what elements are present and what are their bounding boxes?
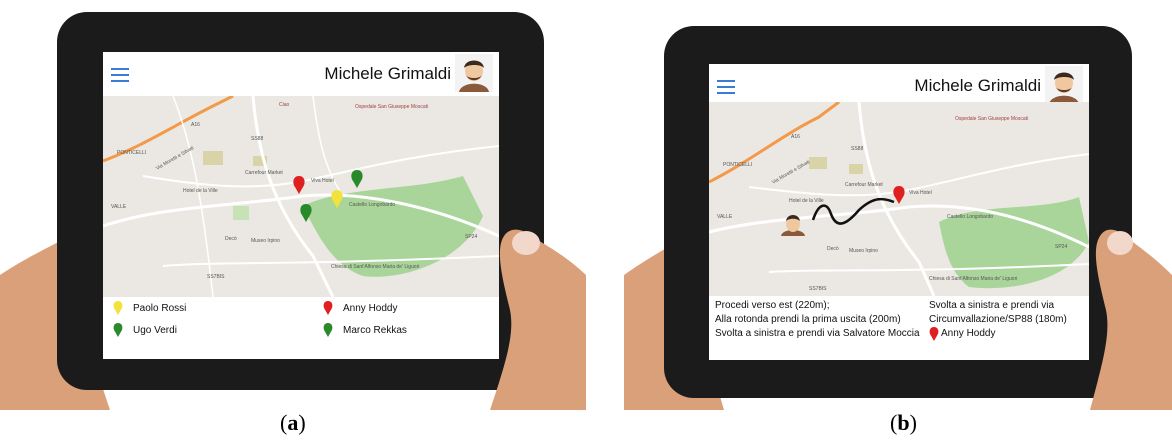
legend-label: Anny Hoddy: [343, 302, 398, 314]
green-pin-icon: [323, 323, 333, 337]
panel-b: Michele Grimaldi PONTICELLI VALLE Via Mo…: [600, 0, 1172, 443]
map-label-ospedale: Ospedale San Giuseppe Moscati: [955, 116, 1028, 122]
map-label-a16: A16: [791, 134, 800, 140]
green-pin-icon: [113, 323, 123, 337]
panel-a: Michele Grimaldi PONTICELLI VALLE Via Mo…: [0, 0, 586, 443]
direction-step: Circumvallazione/SP88 (180m): [929, 314, 1067, 325]
map-label-chiesa: Chiesa di Sant'Alfonso Maria de' Liguori: [331, 264, 419, 270]
yellow-pin-icon: [113, 301, 123, 315]
direction-step: Svolta a sinistra e prendi via: [929, 300, 1055, 311]
map-label-hotel: Hotel de la Ville: [789, 198, 824, 204]
menu-icon[interactable]: [111, 68, 129, 82]
map-label-ss7bis: SS7BIS: [207, 274, 225, 280]
caption-b: (b): [890, 410, 917, 435]
map-label-valle: VALLE: [717, 214, 733, 220]
menu-icon[interactable]: [717, 80, 735, 94]
map-label-viva-hotel: Viva Hotel: [311, 178, 334, 184]
destination-item[interactable]: Anny Hoddy: [929, 327, 1067, 341]
red-pin-icon: [323, 301, 333, 315]
map-label-ss88: SS88: [851, 146, 863, 152]
avatar[interactable]: [1045, 66, 1083, 104]
caption-a: (a): [280, 410, 306, 435]
map-label-deco: Decò: [225, 236, 237, 242]
destination-label: Anny Hoddy: [941, 328, 996, 339]
right-hand: [490, 229, 586, 410]
user-name: Michele Grimaldi: [914, 76, 1041, 95]
map-label-museo: Museo Irpino: [251, 238, 280, 244]
map-view[interactable]: PONTICELLI VALLE Via Moretti e Silvati H…: [103, 96, 499, 297]
app-header: Michele Grimaldi: [103, 52, 499, 96]
direction-step: Svolta a sinistra e prendi via Salvatore…: [715, 328, 920, 339]
map-label-ospedale: Ospedale San Giuseppe Moscati: [355, 104, 428, 110]
map-label-carrefour: Carrefour Market: [845, 182, 883, 188]
map-label-a16: A16: [191, 122, 200, 128]
map-label-ss7bis: SS7BIS: [809, 286, 827, 292]
map-label-carrefour: Carrefour Market: [245, 170, 283, 176]
map-label-museo: Museo Irpino: [849, 248, 878, 254]
map-label-chiesa: Chiesa di Sant'Alfonso Maria de' Liguori: [929, 276, 1017, 282]
map-label-ponticelli: PONTICELLI: [117, 150, 146, 156]
map-label-hotel: Hotel de la Ville: [183, 188, 218, 194]
legend-label: Ugo Verdi: [133, 324, 177, 336]
map-label-valle: VALLE: [111, 204, 127, 210]
legend-label: Paolo Rossi: [133, 302, 187, 314]
map-label-deco: Decò: [827, 246, 839, 252]
tablet-frame: Michele Grimaldi PONTICELLI VALLE Via Mo…: [664, 26, 1132, 398]
legend-item-ugo-verdi[interactable]: Ugo Verdi: [113, 323, 177, 337]
tablet-frame: Michele Grimaldi PONTICELLI VALLE Via Mo…: [57, 12, 544, 390]
direction-step: Procedi verso est (220m);: [715, 300, 830, 311]
map-label-castello: Castello Longobardo: [947, 214, 993, 220]
legend-item-paolo-rossi[interactable]: Paolo Rossi: [113, 301, 186, 315]
avatar[interactable]: [455, 54, 493, 92]
tablet-screen: Michele Grimaldi PONTICELLI VALLE Via Mo…: [103, 52, 499, 359]
map-label-sp24: SP24: [465, 234, 477, 240]
tablet-screen: Michele Grimaldi PONTICELLI VALLE Via Mo…: [709, 64, 1089, 360]
user-legend: Paolo Rossi Anny Hoddy Ugo Verdi Marco R…: [103, 297, 499, 359]
map-label-sp24: SP24: [1055, 244, 1067, 250]
legend-item-anny-hoddy[interactable]: Anny Hoddy: [323, 301, 397, 315]
user-name: Michele Grimaldi: [324, 64, 451, 83]
map-label-ciao: Ciao: [279, 102, 290, 108]
legend-item-marco-rekkas[interactable]: Marco Rekkas: [323, 323, 407, 337]
map-label-ponticelli: PONTICELLI: [723, 162, 752, 168]
legend-label: Marco Rekkas: [343, 324, 407, 336]
directions-right: Svolta a sinistra e prendi via Circumval…: [929, 299, 1067, 341]
red-pin-icon: [929, 327, 939, 341]
directions-left: Procedi verso est (220m); Alla rotonda p…: [715, 299, 920, 341]
right-hand: [1090, 229, 1172, 410]
directions-panel: Procedi verso est (220m); Alla rotonda p…: [709, 296, 1089, 360]
map-view[interactable]: PONTICELLI VALLE Via Moretti e Silvati H…: [709, 102, 1089, 296]
map-label-castello: Castello Longobardo: [349, 202, 395, 208]
map-label-viva-hotel: Viva Hotel: [909, 190, 932, 196]
direction-step: Alla rotonda prendi la prima uscita (200…: [715, 314, 901, 325]
map-label-ss88: SS88: [251, 136, 263, 142]
